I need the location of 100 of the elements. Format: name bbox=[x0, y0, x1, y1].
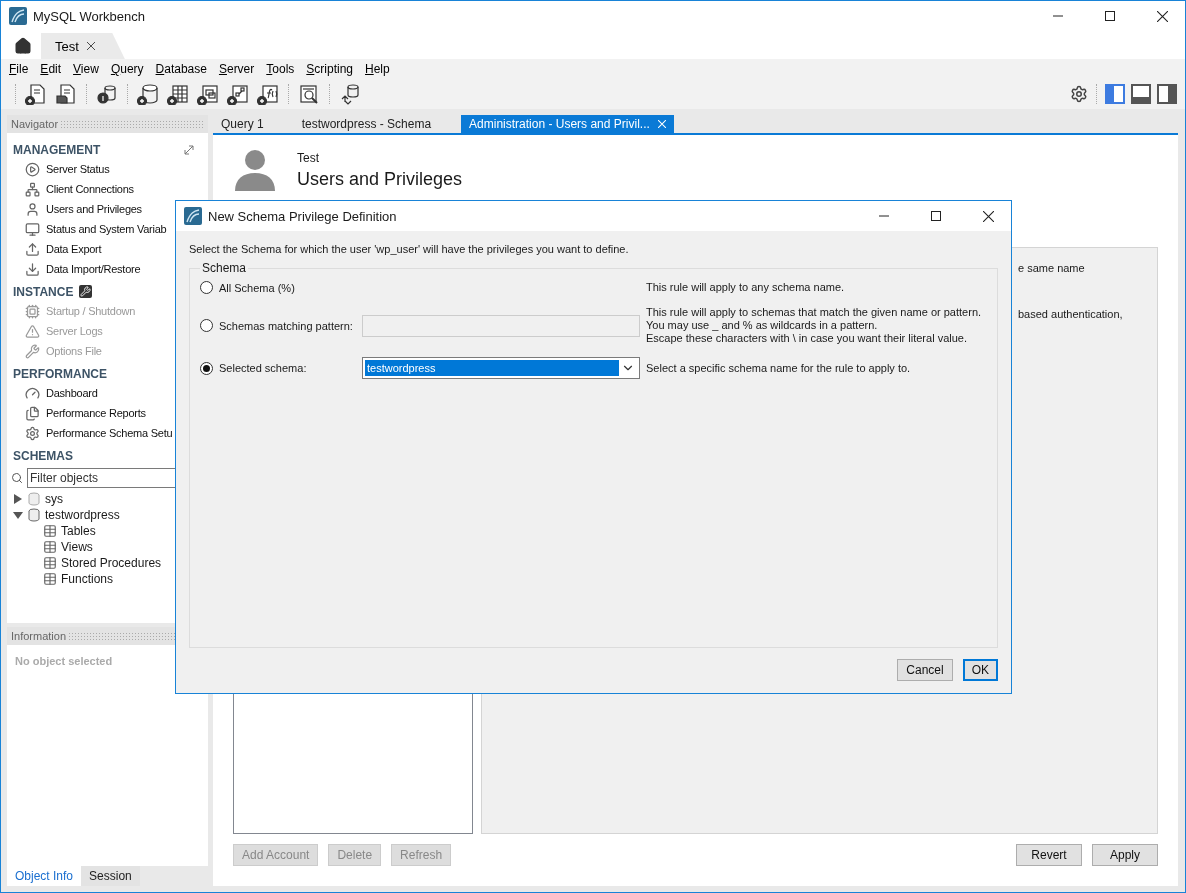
window-title: MySQL Workbench bbox=[33, 8, 146, 24]
editor-tab[interactable]: Administration - Users and Privil... bbox=[461, 115, 674, 133]
navigator-item[interactable]: Performance Reports bbox=[7, 403, 208, 423]
instruction-text: Select the Schema for which the user 'wp_user' will have the privileges you want to define. bbox=[189, 243, 630, 255]
wrench-icon bbox=[79, 285, 93, 298]
menu-item[interactable]: Tools bbox=[260, 59, 301, 79]
radio-button[interactable] bbox=[200, 319, 213, 332]
section-title: MANAGEMENT bbox=[13, 142, 101, 157]
section-title: PERFORMANCE bbox=[13, 366, 107, 381]
close-icon bbox=[86, 42, 95, 50]
gauge-icon bbox=[25, 385, 40, 401]
navigator-item[interactable]: Dashboard bbox=[7, 383, 208, 403]
page-title: Users and Privileges bbox=[297, 169, 463, 190]
chip-icon bbox=[25, 303, 40, 319]
user-icon bbox=[25, 201, 40, 217]
maximize-icon bbox=[931, 211, 941, 221]
panel-tab[interactable]: Object Info bbox=[7, 866, 82, 886]
network-icon bbox=[25, 181, 40, 197]
menu-item[interactable]: Help bbox=[359, 59, 396, 79]
settings-icon bbox=[25, 425, 40, 441]
app-logo-icon bbox=[184, 207, 202, 225]
menu-item[interactable]: Query bbox=[104, 59, 150, 79]
warning-icon bbox=[25, 323, 40, 339]
navigator-item[interactable]: Status and System Variab bbox=[7, 219, 208, 239]
view-add-icon[interactable] bbox=[196, 82, 220, 106]
database-add-icon[interactable] bbox=[136, 82, 160, 106]
home-icon bbox=[14, 37, 32, 55]
panel-text: e same name bbox=[1018, 262, 1086, 274]
navigator-item[interactable]: Performance Schema Setu bbox=[7, 423, 208, 443]
panel-toggle-button[interactable] bbox=[1131, 84, 1151, 104]
option-label[interactable]: Schemas matching pattern: bbox=[219, 319, 353, 332]
function-add-icon[interactable] bbox=[256, 82, 280, 106]
database-icon bbox=[27, 492, 41, 506]
table-add-icon[interactable] bbox=[166, 82, 190, 106]
menu-item[interactable]: Server bbox=[212, 59, 261, 79]
upload-icon bbox=[25, 241, 40, 257]
tree-item[interactable]: testwordpress bbox=[45, 508, 120, 522]
schema-dropdown[interactable]: testwordpress bbox=[362, 357, 640, 379]
tree-item[interactable]: Functions bbox=[61, 572, 114, 586]
section-title: SCHEMAS bbox=[13, 448, 73, 463]
expand-icon[interactable] bbox=[184, 144, 194, 155]
option-label[interactable]: Selected schema: bbox=[219, 362, 307, 374]
minimize-icon bbox=[879, 215, 889, 217]
option-description: This rule will apply to schemas that match the given name or pattern. You may use _ and % as wildcards in a pattern. Escape these characters with \ in case you want their literal value. bbox=[646, 306, 982, 345]
play-icon bbox=[25, 161, 40, 177]
info-message: No object selected bbox=[15, 655, 113, 667]
tree-item[interactable]: Tables bbox=[61, 524, 96, 538]
minimize-icon bbox=[1053, 15, 1063, 17]
close-icon bbox=[982, 210, 994, 222]
new-sql-file-icon[interactable] bbox=[24, 82, 48, 106]
panel-title: Navigator bbox=[11, 118, 59, 130]
search-icon bbox=[11, 472, 23, 484]
menu-item[interactable]: Edit bbox=[34, 59, 68, 79]
navigator-item[interactable]: Server Status bbox=[7, 159, 208, 179]
tree-item[interactable]: Views bbox=[61, 540, 93, 554]
panel-toggle-button[interactable] bbox=[1157, 84, 1177, 104]
panel-title: Information bbox=[11, 630, 67, 642]
radio-button[interactable] bbox=[200, 361, 213, 375]
connection-tab[interactable]: Test bbox=[41, 33, 125, 59]
folder-table-icon bbox=[43, 540, 57, 554]
maximize-icon bbox=[1105, 11, 1115, 21]
menu-item[interactable]: View bbox=[67, 59, 105, 79]
tree-item[interactable]: sys bbox=[45, 492, 63, 506]
open-sql-file-icon[interactable] bbox=[54, 82, 78, 106]
option-label[interactable]: All Schema (%) bbox=[219, 281, 295, 294]
option-description: This rule will apply to any schema name. bbox=[646, 281, 845, 294]
menu-item[interactable]: Scripting bbox=[300, 59, 359, 79]
dialog-button[interactable]: OK bbox=[962, 659, 998, 681]
tree-item[interactable]: Stored Procedures bbox=[61, 556, 162, 570]
editor-tab[interactable]: Query 1 bbox=[213, 115, 272, 133]
section-title: INSTANCE bbox=[13, 284, 74, 299]
wrench-icon bbox=[25, 343, 40, 359]
close-icon[interactable] bbox=[657, 120, 666, 128]
app-logo-icon bbox=[9, 7, 27, 25]
download-icon bbox=[25, 261, 40, 277]
settings-icon[interactable] bbox=[1070, 85, 1088, 103]
user-silhouette-icon bbox=[233, 147, 277, 191]
database-info-icon[interactable] bbox=[95, 82, 119, 106]
files-icon bbox=[25, 405, 40, 421]
panel-toggle-button[interactable] bbox=[1105, 84, 1125, 104]
panel-tab[interactable]: Session bbox=[81, 866, 140, 886]
option-description: Select a specific schema name for the rule to apply to. bbox=[646, 361, 911, 375]
expand-arrow-icon[interactable] bbox=[13, 494, 23, 504]
navigator-item[interactable]: Client Connections bbox=[7, 179, 208, 199]
dialog-button[interactable]: Cancel bbox=[897, 659, 953, 681]
connection-name: Test bbox=[297, 151, 320, 165]
folder-table-icon bbox=[43, 524, 57, 538]
navigator-item[interactable]: Users and Privileges bbox=[7, 199, 208, 219]
menu-item[interactable]: File bbox=[3, 59, 35, 79]
pattern-field[interactable] bbox=[362, 314, 640, 337]
collapse-arrow-icon[interactable] bbox=[13, 510, 23, 520]
monitor-icon bbox=[25, 221, 40, 237]
radio-button[interactable] bbox=[200, 281, 213, 294]
action-button[interactable]: Apply bbox=[1092, 844, 1158, 866]
dialog-title: New Schema Privilege Definition bbox=[208, 208, 398, 224]
procedure-add-icon[interactable] bbox=[226, 82, 250, 106]
action-button[interactable]: Revert bbox=[1016, 844, 1082, 866]
editor-tab[interactable]: testwordpress - Schema bbox=[293, 115, 440, 133]
folder-table-icon bbox=[43, 572, 57, 586]
menu-item[interactable]: Database bbox=[149, 59, 213, 79]
